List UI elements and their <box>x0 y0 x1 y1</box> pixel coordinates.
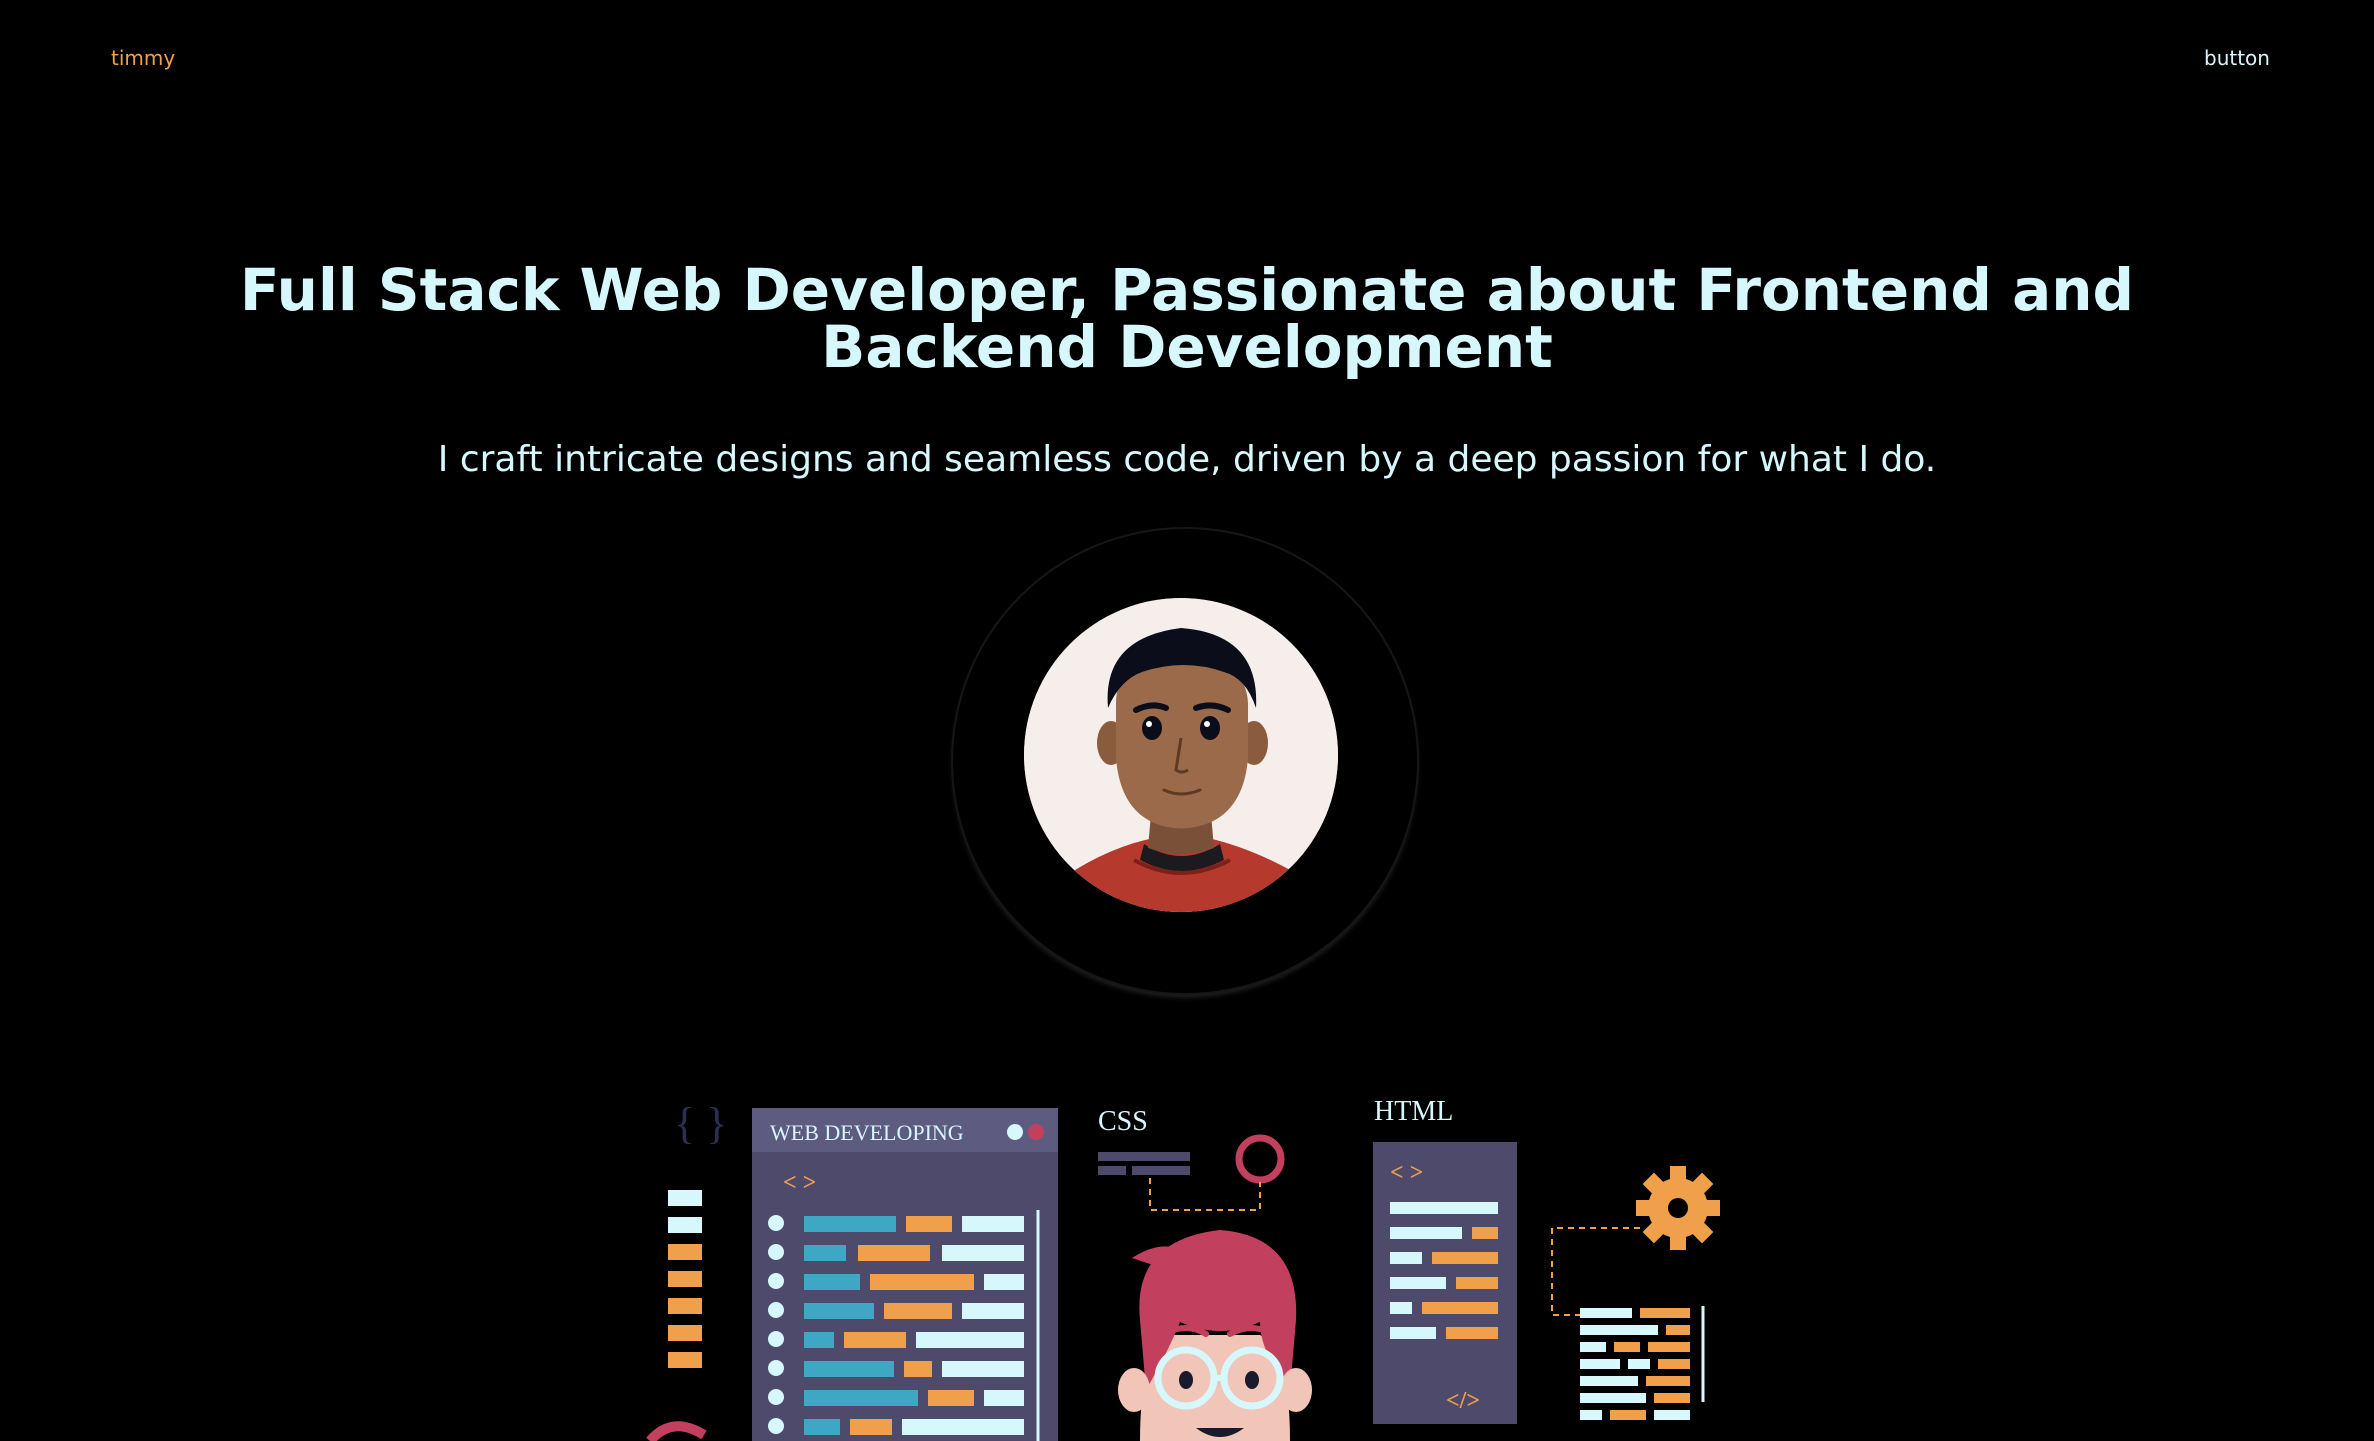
css-label: CSS <box>1098 1106 1148 1137</box>
html-label: HTML <box>1374 1096 1453 1127</box>
developer-character <box>1118 1230 1312 1441</box>
hero-subtitle: I craft intricate designs and seamless c… <box>437 439 1937 480</box>
header-button[interactable]: button <box>2204 46 2270 70</box>
page: timmy button Full Stack Web Developer, P… <box>0 0 2374 1441</box>
brand-link[interactable]: timmy <box>111 46 175 70</box>
window-title: WEB DEVELOPING <box>770 1120 964 1145</box>
page-title: Full Stack Web Developer, Passionate abo… <box>239 256 2135 381</box>
html-close-tag: </> <box>1446 1388 1480 1414</box>
avatar <box>1024 598 1338 912</box>
open-tag-text: < > <box>783 1170 816 1196</box>
braces-text: { } <box>674 1099 727 1148</box>
left-bar-stack <box>668 1190 702 1368</box>
arc-shape <box>646 1421 707 1441</box>
html-panel: < > </> <box>1373 1142 1517 1424</box>
right-code-block <box>1580 1306 1705 1420</box>
window-dot-red <box>1028 1124 1044 1140</box>
html-open-tag: < > <box>1390 1160 1423 1186</box>
ring-shape <box>1235 1134 1285 1184</box>
avatar-illustration <box>1024 598 1338 912</box>
window-dot-light <box>1007 1124 1023 1140</box>
code-window: WEB DEVELOPING < > <box>752 1108 1058 1441</box>
web-developing-illustration: { } WEB DEVELOPING < > CSS HTML < > </> <box>620 1090 1740 1441</box>
gear-icon <box>1636 1166 1720 1250</box>
